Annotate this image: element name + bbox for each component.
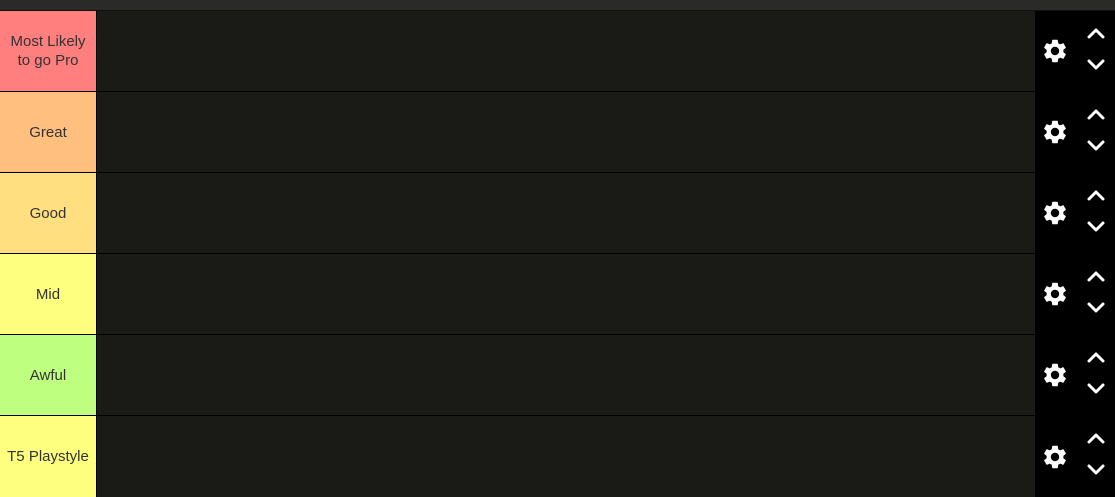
chevron-up-icon[interactable]	[1085, 430, 1107, 446]
tier-label[interactable]: Great	[0, 92, 97, 172]
gear-icon[interactable]	[1041, 443, 1069, 471]
tier-items-dropzone[interactable]	[97, 92, 1035, 172]
move-arrows	[1085, 11, 1107, 91]
chevron-down-icon[interactable]	[1085, 219, 1107, 235]
chevron-down-icon[interactable]	[1085, 462, 1107, 478]
chevron-up-icon[interactable]	[1085, 268, 1107, 284]
tier-row: T5 Playstyle	[0, 416, 1115, 497]
tier-controls	[1035, 11, 1115, 91]
tier-row: Most Likely to go Pro	[0, 11, 1115, 92]
tier-label[interactable]: Awful	[0, 335, 97, 415]
move-arrows	[1085, 335, 1107, 415]
tier-items-dropzone[interactable]	[97, 254, 1035, 334]
move-arrows	[1085, 416, 1107, 497]
chevron-up-icon[interactable]	[1085, 106, 1107, 122]
chevron-down-icon[interactable]	[1085, 138, 1107, 154]
tier-row: Awful	[0, 335, 1115, 416]
tier-label[interactable]: Mid	[0, 254, 97, 334]
move-arrows	[1085, 254, 1107, 334]
gear-icon[interactable]	[1041, 118, 1069, 146]
tier-items-dropzone[interactable]	[97, 335, 1035, 415]
tier-row: Mid	[0, 254, 1115, 335]
tier-items-dropzone[interactable]	[97, 416, 1035, 497]
tier-controls	[1035, 92, 1115, 172]
tier-items-dropzone[interactable]	[97, 173, 1035, 253]
chevron-down-icon[interactable]	[1085, 57, 1107, 73]
chevron-down-icon[interactable]	[1085, 381, 1107, 397]
chevron-up-icon[interactable]	[1085, 187, 1107, 203]
tier-label[interactable]: Good	[0, 173, 97, 253]
move-arrows	[1085, 92, 1107, 172]
tier-list: Most Likely to go Pro Great Good Mid Awf…	[0, 11, 1115, 497]
gear-icon[interactable]	[1041, 37, 1069, 65]
gear-icon[interactable]	[1041, 280, 1069, 308]
chevron-up-icon[interactable]	[1085, 25, 1107, 41]
tier-row: Great	[0, 92, 1115, 173]
top-bar	[0, 0, 1115, 11]
move-arrows	[1085, 173, 1107, 253]
tier-controls	[1035, 173, 1115, 253]
chevron-up-icon[interactable]	[1085, 349, 1107, 365]
tier-controls	[1035, 254, 1115, 334]
tier-row: Good	[0, 173, 1115, 254]
chevron-down-icon[interactable]	[1085, 300, 1107, 316]
gear-icon[interactable]	[1041, 199, 1069, 227]
tier-label[interactable]: T5 Playstyle	[0, 416, 97, 497]
gear-icon[interactable]	[1041, 361, 1069, 389]
tier-controls	[1035, 335, 1115, 415]
tier-label[interactable]: Most Likely to go Pro	[0, 11, 97, 91]
tier-items-dropzone[interactable]	[97, 11, 1035, 91]
tier-controls	[1035, 416, 1115, 497]
